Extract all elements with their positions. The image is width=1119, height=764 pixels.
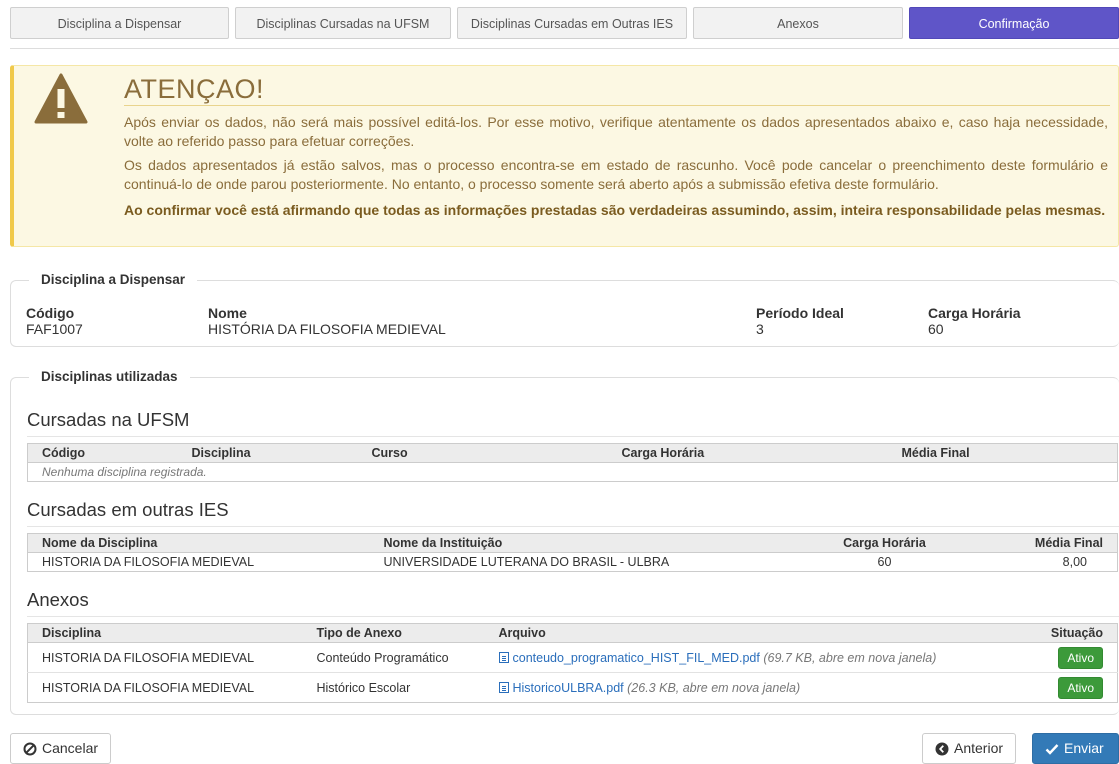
periodo-label: Período Ideal — [756, 305, 844, 321]
cell-tipo-anexo: Conteúdo Programático — [302, 642, 485, 673]
check-icon — [1045, 743, 1059, 755]
fieldset-legend: Disciplinas utilizadas — [29, 369, 190, 384]
carga-field: Carga Horária 60 — [928, 305, 1021, 337]
codigo-value: FAF1007 — [26, 321, 83, 337]
warning-alert: ATENÇAO! Após enviar os dados, não será … — [10, 65, 1119, 247]
cell-situacao: Ativo — [1004, 642, 1118, 673]
nome-value: HISTÓRIA DA FILOSOFIA MEDIEVAL — [208, 321, 446, 337]
fieldset-disciplina-a-dispensar: Disciplina a Dispensar Código FAF1007 No… — [10, 272, 1119, 347]
step-confirmacao[interactable]: Confirmação — [909, 7, 1119, 39]
step-disciplinas-cursadas-ufsm[interactable]: Disciplinas Cursadas na UFSM — [235, 7, 451, 39]
col-nome-instituicao: Nome da Instituição — [369, 533, 800, 553]
previous-button[interactable]: Anterior — [922, 733, 1017, 764]
cell-carga-horaria: 60 — [877, 555, 892, 569]
carga-value: 60 — [928, 321, 944, 337]
col-codigo: Código — [27, 443, 178, 463]
steps-divider — [10, 48, 1119, 49]
file-meta: (69.7 KB, abre em nova janela) — [763, 650, 937, 665]
cell-disciplina: HISTORIA DA FILOSOFIA MEDIEVAL — [27, 672, 303, 703]
col-media-final: Média Final — [969, 533, 1118, 553]
file-icon — [498, 681, 509, 693]
periodo-value: 3 — [756, 321, 764, 337]
cancel-button[interactable]: Cancelar — [10, 733, 112, 764]
codigo-field: Código FAF1007 — [26, 305, 83, 337]
codigo-label: Código — [26, 305, 75, 321]
cell-disciplina: HISTORIA DA FILOSOFIA MEDIEVAL — [27, 642, 303, 673]
fieldset-disciplinas-utilizadas: Disciplinas utilizadas Cursadas na UFSM … — [10, 369, 1119, 715]
col-carga-horaria: Carga Horária — [607, 443, 888, 463]
table-row: HISTORIA DA FILOSOFIA MEDIEVAL Conteúdo … — [27, 642, 1118, 673]
table-ufsm: Código Disciplina Curso Carga Horária Mé… — [27, 443, 1118, 482]
col-nome-disciplina: Nome da Disciplina — [27, 533, 370, 553]
step-anexos[interactable]: Anexos — [693, 7, 903, 39]
col-tipo-anexo: Tipo de Anexo — [302, 623, 485, 643]
ban-icon — [23, 742, 37, 755]
warning-triangle-icon — [34, 73, 88, 124]
section-title-anexos: Anexos — [27, 589, 1119, 617]
submit-button[interactable]: Enviar — [1032, 733, 1119, 764]
section-title-ufsm: Cursadas na UFSM — [27, 409, 1119, 437]
table-outras-ies: Nome da Disciplina Nome da Instituição C… — [27, 533, 1118, 572]
col-arquivo: Arquivo — [484, 623, 1005, 643]
nome-field: Nome HISTÓRIA DA FILOSOFIA MEDIEVAL — [208, 305, 446, 337]
alert-paragraph-1: Após enviar os dados, não será mais poss… — [124, 114, 1108, 149]
col-situacao: Situação — [1004, 623, 1118, 643]
cell-arquivo: HistoricoULBRA.pdf (26.3 KB, abre em nov… — [484, 672, 1005, 703]
section-title-outras-ies: Cursadas em outras IES — [27, 499, 1119, 527]
table-row: HISTORIA DA FILOSOFIA MEDIEVAL Histórico… — [27, 672, 1118, 703]
wizard-steps: Disciplina a Dispensar Disciplinas Cursa… — [10, 7, 1119, 39]
nome-label: Nome — [208, 305, 247, 321]
cancel-button-label: Cancelar — [42, 740, 99, 756]
submit-button-label: Enviar — [1064, 740, 1104, 756]
periodo-field: Período Ideal 3 — [756, 305, 844, 337]
cell-arquivo: conteudo_programatico_HIST_FIL_MED.pdf (… — [484, 642, 1005, 673]
col-disciplina: Disciplina — [177, 443, 358, 463]
table-row: Nenhuma disciplina registrada. — [28, 463, 1118, 482]
cell-disciplina: HISTORIA DA FILOSOFIA MEDIEVAL — [42, 555, 255, 569]
cell-media-final: 8,00 — [1062, 555, 1087, 569]
step-disciplinas-outras-ies[interactable]: Disciplinas Cursadas em Outras IES — [457, 7, 687, 39]
alert-paragraph-2: Os dados apresentados já estão salvos, m… — [124, 157, 1108, 192]
col-curso: Curso — [357, 443, 608, 463]
file-meta: (26.3 KB, abre em nova janela) — [627, 680, 801, 695]
file-link[interactable]: conteudo_programatico_HIST_FIL_MED.pdf — [513, 651, 760, 665]
chevron-left-circle-icon — [935, 742, 949, 755]
table-row: HISTORIA DA FILOSOFIA MEDIEVAL UNIVERSID… — [28, 553, 1118, 572]
cell-instituicao: UNIVERSIDADE LUTERANA DO BRASIL - ULBRA — [383, 555, 670, 569]
alert-title: ATENÇAO! — [124, 74, 265, 104]
cell-tipo-anexo: Histórico Escolar — [302, 672, 485, 703]
empty-message: Nenhuma disciplina registrada. — [42, 465, 207, 479]
status-badge: Ativo — [1058, 646, 1103, 669]
file-link[interactable]: HistoricoULBRA.pdf — [513, 681, 624, 695]
fieldset-legend: Disciplina a Dispensar — [29, 272, 198, 287]
status-badge: Ativo — [1058, 676, 1103, 699]
file-icon — [498, 651, 509, 663]
col-carga-horaria: Carga Horária — [799, 533, 970, 553]
col-media-final: Média Final — [887, 443, 1118, 463]
carga-label: Carga Horária — [928, 305, 1021, 321]
cell-situacao: Ativo — [1004, 672, 1118, 703]
alert-paragraph-3: Ao confirmar você está afirmando que tod… — [124, 202, 1106, 218]
col-disciplina: Disciplina — [27, 623, 303, 643]
step-disciplina-a-dispensar[interactable]: Disciplina a Dispensar — [10, 7, 229, 39]
table-anexos: Disciplina Tipo de Anexo Arquivo Situaçã… — [27, 623, 1118, 703]
previous-button-label: Anterior — [954, 740, 1004, 756]
alert-divider — [124, 105, 1110, 106]
